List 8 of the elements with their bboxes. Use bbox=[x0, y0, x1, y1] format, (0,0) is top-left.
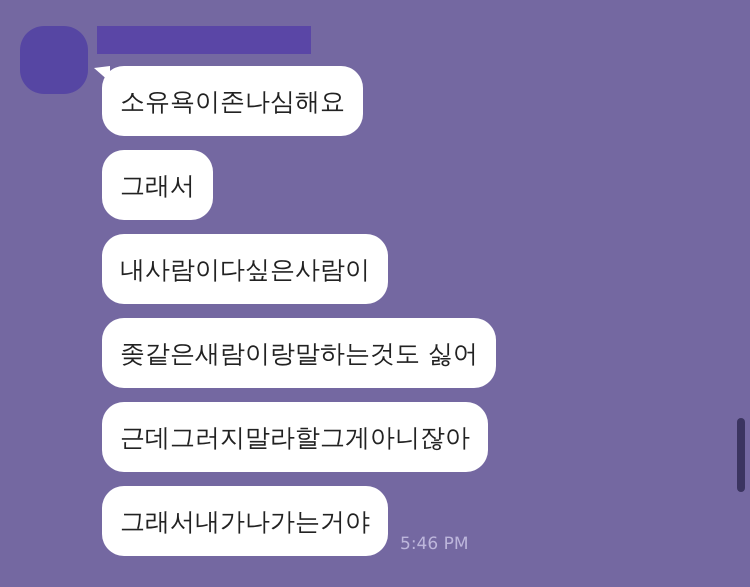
message-bubble: 내사람이다싶은사람이 bbox=[102, 234, 388, 304]
avatar[interactable] bbox=[20, 26, 88, 94]
message-bubble: 근데그러지말라할그게아니잖아 bbox=[102, 402, 488, 472]
message-bubble: 그래서 bbox=[102, 150, 213, 220]
scrollbar-thumb[interactable] bbox=[737, 418, 745, 492]
message-bubble: 그래서내가나가는거야 bbox=[102, 486, 388, 556]
message-bubble: 좆같은새람이랑말하는것도 싫어 bbox=[102, 318, 496, 388]
message-time: 5:46 PM bbox=[400, 534, 468, 554]
